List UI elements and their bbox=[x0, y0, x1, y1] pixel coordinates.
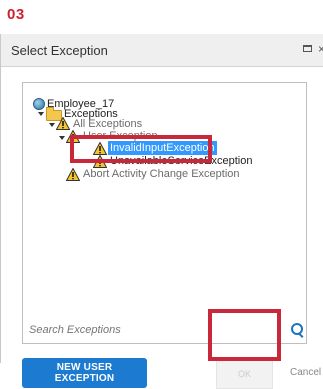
dialog-titlebar: Select Exception × bbox=[1, 34, 323, 67]
close-icon[interactable]: × bbox=[318, 42, 323, 56]
highlight-box bbox=[70, 135, 212, 163]
exception-tree-panel: Employee_17 Exceptions All Exceptions Us… bbox=[22, 82, 307, 344]
cancel-button[interactable]: Cancel bbox=[290, 367, 321, 378]
ok-button[interactable]: OK bbox=[216, 359, 273, 389]
select-exception-dialog: Select Exception × Employee_17 Exception… bbox=[0, 34, 323, 389]
warning-icon bbox=[56, 117, 70, 130]
tree-node-abort-activity-change-exception[interactable]: Abort Activity Change Exception bbox=[83, 167, 240, 181]
warning-icon bbox=[66, 168, 80, 181]
highlight-box bbox=[208, 309, 281, 361]
globe-icon bbox=[33, 98, 45, 110]
expand-arrow-icon[interactable] bbox=[49, 123, 55, 127]
step-number: 03 bbox=[7, 6, 25, 23]
dialog-title: Select Exception bbox=[11, 43, 108, 58]
maximize-icon[interactable] bbox=[303, 45, 312, 52]
expand-arrow-icon[interactable] bbox=[38, 112, 44, 116]
expand-arrow-icon[interactable] bbox=[59, 136, 65, 140]
search-icon[interactable] bbox=[291, 323, 303, 335]
